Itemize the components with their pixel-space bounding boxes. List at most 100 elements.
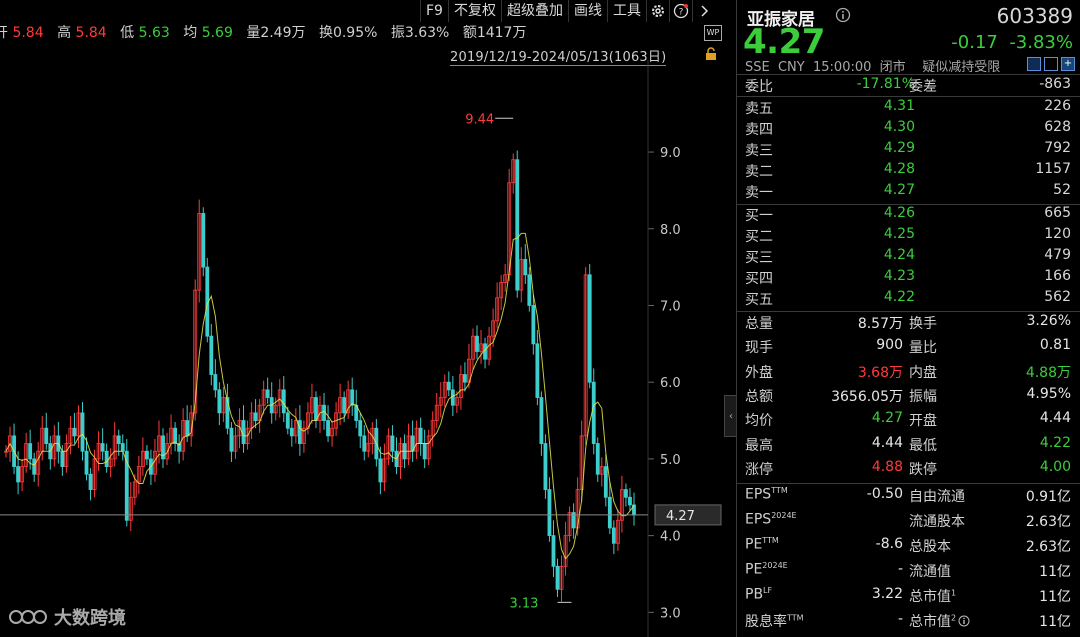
bid-price: 4.26: [883, 205, 915, 221]
fund-label: 总市值1: [909, 588, 957, 605]
stat-value: 4.95%: [1026, 385, 1071, 402]
fund-value: 11亿: [1039, 614, 1071, 630]
gear-icon[interactable]: [645, 0, 669, 22]
candle-body: [314, 397, 318, 421]
stat-label: 换手: [909, 316, 937, 332]
svg-text:?: ?: [679, 8, 684, 18]
super-overlay-button[interactable]: 超级叠加: [500, 0, 568, 22]
candle-body: [543, 443, 548, 490]
quote-volume: 量2.49万: [246, 25, 306, 41]
candle-body: [185, 420, 190, 437]
stat-row: 总额 3656.05万 振幅 4.95%: [737, 386, 1080, 407]
candlestick-plot[interactable]: 9.0 8.0 7.0 6.0 5.0 4.0 3.0 4.27 9.44 3.13: [0, 60, 725, 637]
ask-label: 卖二: [745, 164, 773, 180]
kline-chart-pane[interactable]: 开 5.84 高 5.84 低 5.63 均 5.69 量2.49万 换0.95…: [0, 0, 725, 637]
ask-volume: 792: [1044, 140, 1071, 156]
ask-row[interactable]: 卖三 4.29 792: [737, 140, 1080, 161]
stat-label: 涨停: [745, 461, 773, 478]
watermark-text: 大数跨境: [54, 608, 126, 629]
stat-label: 均价: [745, 413, 773, 430]
quote-amount: 额1417万: [462, 25, 527, 41]
fund-label: 总市值2: [909, 611, 970, 631]
candle-body: [362, 435, 367, 452]
info-icon[interactable]: [958, 615, 970, 627]
stat-label: 现手: [745, 340, 773, 357]
watermark-logo: 大数跨境: [8, 604, 126, 630]
fund-value: -0.50: [866, 486, 903, 502]
quote-side-panel: 亚振家居 603389 4.27 -0.17 -3.83% SSE CNY 15…: [736, 0, 1080, 637]
f9-button[interactable]: F9: [420, 0, 448, 22]
ask-price: 4.31: [883, 98, 915, 114]
bid-price: 4.24: [883, 247, 915, 263]
order-ratio-row: 委比 -17.81% 委差 -863: [745, 76, 1071, 95]
quote-open: 开 5.84: [0, 25, 44, 41]
candle-body: [44, 427, 49, 444]
candle-body: [527, 274, 532, 306]
fund-value: -: [897, 611, 903, 627]
candle-body: [628, 496, 632, 506]
stat-value: 900: [876, 337, 903, 354]
fundamental-row: PETTM -8.6 总股本 2.63亿: [737, 536, 1080, 557]
fund-label: EPSTTM: [745, 486, 788, 503]
draw-line-button[interactable]: 画线: [567, 0, 607, 22]
ask-row[interactable]: 卖二 4.28 1157: [737, 161, 1080, 182]
chevron-right-icon[interactable]: [691, 0, 715, 22]
help-icon[interactable]: ?: [668, 0, 692, 22]
bid-price: 4.22: [883, 289, 915, 305]
bid-price: 4.23: [883, 268, 915, 284]
candle-body: [32, 458, 37, 475]
ask-row[interactable]: 卖五 4.31 226: [737, 98, 1080, 119]
candle-body: [253, 412, 258, 421]
ask-row[interactable]: 卖四 4.30 628: [737, 119, 1080, 140]
candle-body: [104, 450, 109, 467]
logo-icon: [9, 610, 47, 624]
candle-body: [422, 443, 427, 460]
candle-body: [523, 259, 528, 276]
tools-button[interactable]: 工具: [606, 0, 646, 22]
fund-label: 流通值: [909, 564, 951, 580]
info-icon[interactable]: [835, 7, 851, 27]
candle-body: [88, 473, 93, 490]
fund-label: PETTM: [745, 536, 779, 553]
bid-row[interactable]: 买四 4.23 166: [737, 268, 1080, 289]
no-adjust-button[interactable]: 不复权: [447, 0, 501, 22]
bid-row[interactable]: 买三 4.24 479: [737, 247, 1080, 268]
ask-volume: 1157: [1035, 161, 1071, 177]
y-tick-label: 7.0: [660, 299, 681, 314]
stat-value: 8.57万: [857, 316, 903, 332]
fundamental-row: EPSTTM -0.50 自由流通 0.91亿: [737, 486, 1080, 507]
bid-volume: 665: [1044, 205, 1071, 221]
candle-body: [450, 389, 455, 406]
candle-body: [390, 435, 395, 452]
bid-row[interactable]: 买二 4.25 120: [737, 226, 1080, 247]
wp-badge[interactable]: WP: [704, 25, 722, 41]
stat-row: 总量 8.57万 换手 3.26%: [737, 313, 1080, 334]
y-tick-label: 6.0: [660, 376, 681, 391]
candle-body: [539, 397, 544, 444]
stat-label: 外盘: [745, 364, 773, 381]
stat-value: 4.88万: [1025, 364, 1071, 381]
bid-volume: 166: [1044, 268, 1071, 284]
ask-row[interactable]: 卖一 4.27 52: [737, 182, 1080, 203]
stat-row: 现手 900 量比 0.81: [737, 337, 1080, 358]
meta-icon-group: +: [1027, 57, 1075, 71]
ask-volume: 52: [1053, 182, 1071, 198]
daily-quote-bar: 开 5.84 高 5.84 低 5.63 均 5.69 量2.49万 换0.95…: [0, 22, 535, 42]
fund-value: 2.63亿: [1025, 539, 1071, 555]
candle-body: [515, 159, 520, 291]
pin-icon[interactable]: [1044, 57, 1058, 71]
bid-price: 4.25: [883, 226, 915, 242]
stat-label: 开盘: [909, 413, 937, 430]
plus-icon[interactable]: +: [1061, 57, 1075, 71]
candle-body: [120, 443, 125, 452]
image-icon[interactable]: [1027, 57, 1041, 71]
stat-label: 量比: [909, 340, 937, 357]
stat-value: 4.88: [871, 458, 903, 475]
stat-label: 总额: [745, 388, 773, 405]
bid-row[interactable]: 买五 4.22 562: [737, 289, 1080, 310]
fundamental-row: PBLF 3.22 总市值1 11亿: [737, 586, 1080, 607]
bid-row[interactable]: 买一 4.26 665: [737, 205, 1080, 226]
candle-body: [173, 427, 177, 444]
candle-body: [281, 389, 286, 414]
stat-label: 跌停: [909, 461, 937, 478]
